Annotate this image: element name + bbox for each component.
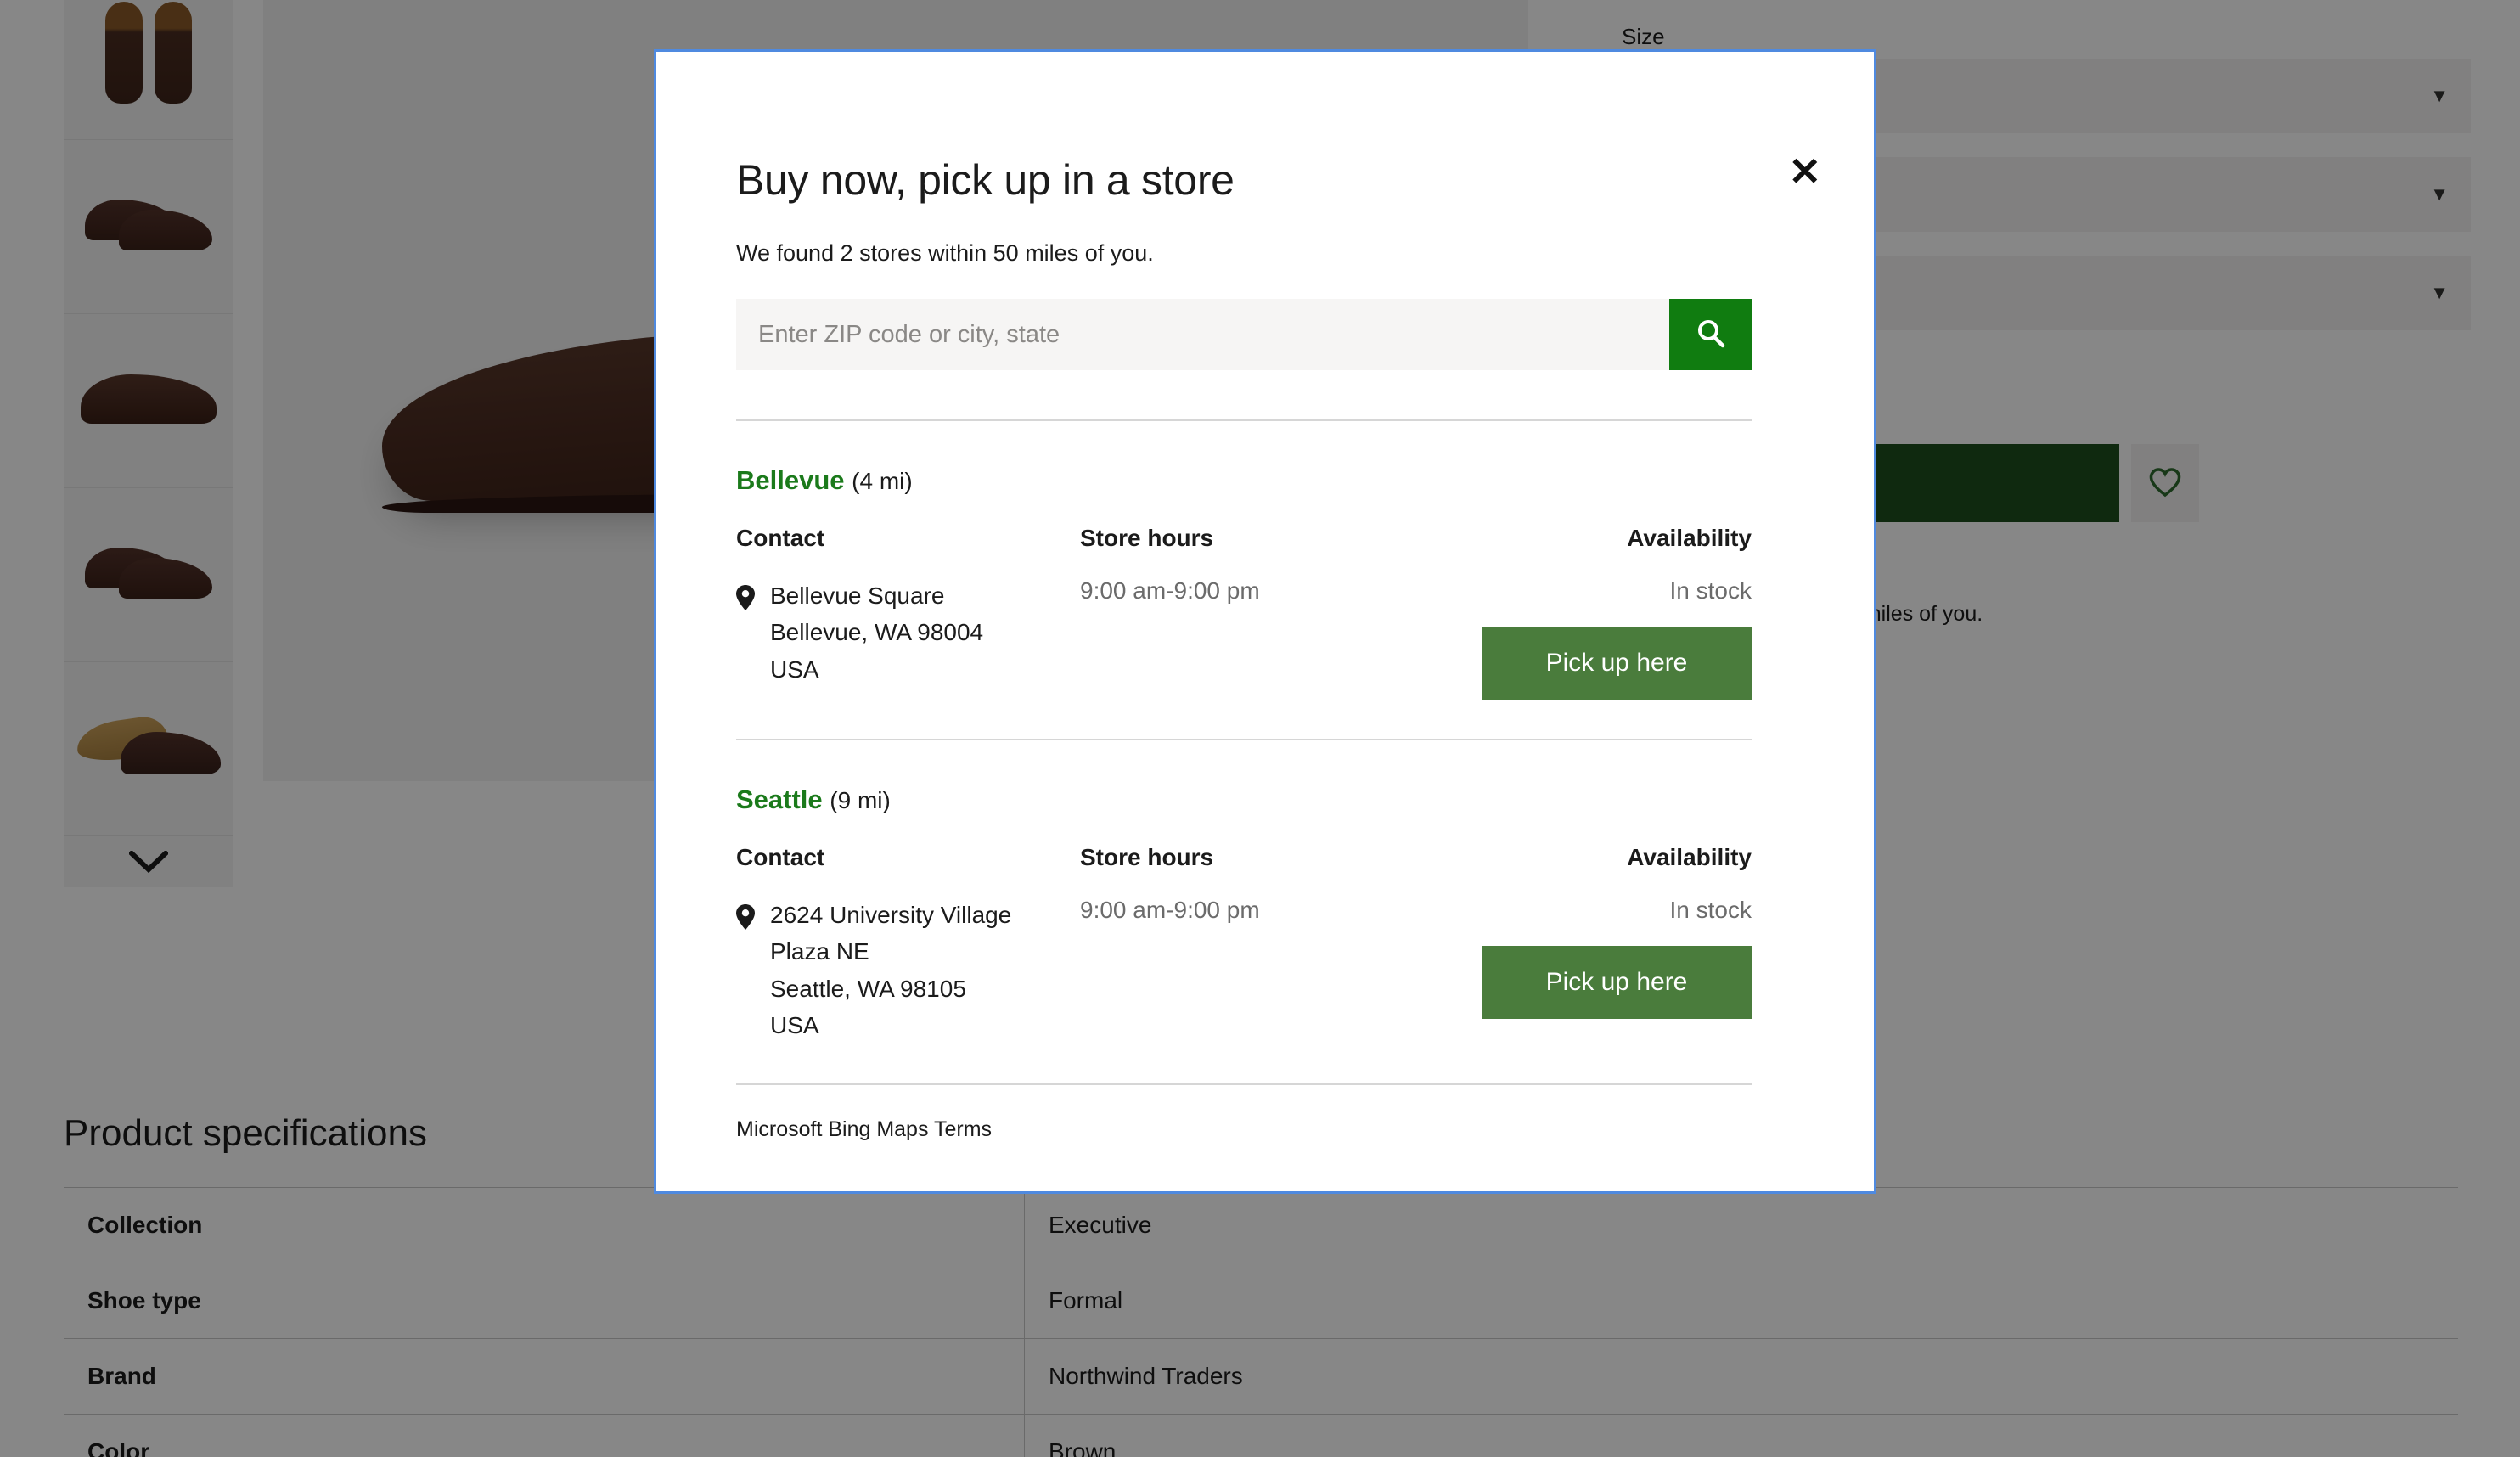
app-root: Size ▼ ▼ ▼ + Add to Cart xyxy=(0,0,2520,1457)
map-pin-icon xyxy=(736,584,755,700)
store-name: Seattle (9 mi) xyxy=(736,785,1752,815)
store-city: Bellevue xyxy=(736,465,845,495)
store-hours-header: Store hours xyxy=(1080,525,1214,551)
bing-maps-terms-link[interactable]: Microsoft Bing Maps Terms xyxy=(736,1117,1808,1142)
search-icon xyxy=(1694,317,1728,353)
status-badge: In stock xyxy=(1669,897,1752,923)
availability-cell: In stock Pick up here xyxy=(1479,897,1752,1044)
address-line: Bellevue Square xyxy=(770,582,945,609)
divider xyxy=(736,739,1752,740)
address-line: USA xyxy=(770,1012,819,1039)
store-distance: (4 mi) xyxy=(852,468,913,494)
close-icon[interactable]: ✕ xyxy=(1788,152,1821,191)
store-column-headers: Contact Store hours Availability xyxy=(736,844,1752,871)
availability-cell: In stock Pick up here xyxy=(1479,577,1752,700)
divider xyxy=(736,419,1752,421)
address-line: USA xyxy=(770,655,819,683)
availability-header: Availability xyxy=(1627,844,1752,870)
store-address: Bellevue Square Bellevue, WA 98004 USA xyxy=(736,577,1080,700)
divider xyxy=(736,1083,1752,1085)
store-details: Bellevue Square Bellevue, WA 98004 USA 9… xyxy=(736,577,1752,700)
store-name: Bellevue (4 mi) xyxy=(736,465,1752,496)
store-hours-value: 9:00 am-9:00 pm xyxy=(1080,897,1260,923)
store-hours-value: 9:00 am-9:00 pm xyxy=(1080,577,1260,604)
store-column-headers: Contact Store hours Availability xyxy=(736,525,1752,552)
store-hours-header: Store hours xyxy=(1080,844,1214,870)
store-pickup-modal: ✕ Buy now, pick up in a store We found 2… xyxy=(654,49,1876,1194)
pick-up-here-button[interactable]: Pick up here xyxy=(1482,627,1752,700)
zip-search-input[interactable] xyxy=(736,299,1669,370)
store-city: Seattle xyxy=(736,785,823,814)
address-line: Bellevue, WA 98004 xyxy=(770,619,984,646)
address-line: Seattle, WA 98105 xyxy=(770,975,966,1002)
map-pin-icon xyxy=(736,903,755,1044)
search-button[interactable] xyxy=(1669,299,1752,370)
store-search-row xyxy=(736,299,1752,370)
store-distance: (9 mi) xyxy=(830,787,891,813)
address-line: 2624 University Village xyxy=(770,902,1012,928)
store-address-lines: Bellevue Square Bellevue, WA 98004 USA xyxy=(770,577,983,700)
availability-header: Availability xyxy=(1627,525,1752,551)
address-line: Plaza NE xyxy=(770,938,869,965)
contact-header: Contact xyxy=(736,525,825,551)
status-badge: In stock xyxy=(1669,577,1752,604)
modal-title: Buy now, pick up in a store xyxy=(736,156,1235,204)
contact-header: Contact xyxy=(736,844,825,870)
store-address: 2624 University Village Plaza NE Seattle… xyxy=(736,897,1080,1044)
store-details: 2624 University Village Plaza NE Seattle… xyxy=(736,897,1752,1044)
store-result: Bellevue (4 mi) Contact Store hours Avai… xyxy=(736,465,1752,700)
store-result: Seattle (9 mi) Contact Store hours Avail… xyxy=(736,785,1752,1044)
pick-up-here-button[interactable]: Pick up here xyxy=(1482,946,1752,1019)
modal-subtitle: We found 2 stores within 50 miles of you… xyxy=(736,240,1154,266)
store-address-lines: 2624 University Village Plaza NE Seattle… xyxy=(770,897,1011,1044)
